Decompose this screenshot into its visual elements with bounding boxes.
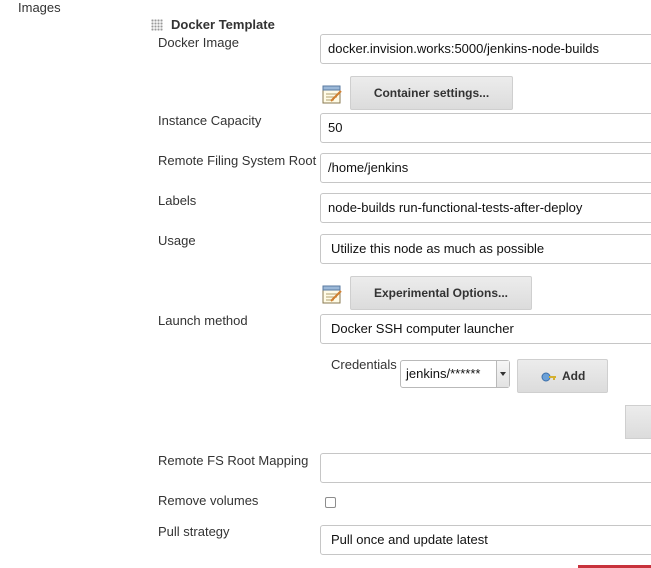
chevron-down-icon[interactable]	[496, 361, 509, 387]
pull-strategy-select[interactable]: Pull once and update latest	[320, 525, 651, 555]
instance-capacity-input[interactable]: 50	[320, 113, 651, 143]
labels-label: Labels	[158, 193, 197, 208]
credentials-select[interactable]: jenkins/******	[400, 360, 510, 388]
credentials-label: Credentials	[331, 357, 397, 372]
remote-fs-root-mapping-label: Remote FS Root Mapping	[158, 453, 309, 468]
partial-button[interactable]	[625, 405, 651, 439]
remote-fs-root-mapping-input[interactable]	[320, 453, 651, 483]
notepad-icon	[322, 85, 342, 104]
docker-image-label: Docker Image	[158, 35, 239, 50]
template-title: Docker Template	[171, 17, 275, 32]
launch-method-select[interactable]: Docker SSH computer launcher	[320, 314, 651, 344]
remove-volumes-label: Remove volumes	[158, 493, 259, 508]
pull-strategy-label: Pull strategy	[158, 524, 230, 539]
remote-fs-root-label: Remote Filing System Root	[158, 153, 317, 168]
docker-image-input[interactable]: docker.invision.works:5000/jenkins-node-…	[320, 34, 651, 64]
labels-input[interactable]: node-builds run-functional-tests-after-d…	[320, 193, 651, 223]
container-settings-button[interactable]: Container settings...	[350, 76, 513, 110]
remote-fs-root-input[interactable]: /home/jenkins	[320, 153, 651, 183]
credentials-select-value: jenkins/******	[406, 366, 481, 381]
notepad-icon	[322, 285, 342, 304]
usage-label: Usage	[158, 233, 196, 248]
add-credentials-button[interactable]: Add	[517, 359, 608, 393]
drag-handle-icon[interactable]	[151, 19, 163, 31]
experimental-options-button[interactable]: Experimental Options...	[350, 276, 532, 310]
remove-volumes-checkbox[interactable]	[325, 497, 336, 508]
usage-select[interactable]: Utilize this node as much as possible	[320, 234, 651, 264]
add-button-label: Add	[562, 369, 586, 383]
instance-capacity-label: Instance Capacity	[158, 113, 262, 128]
section-label-images: Images	[18, 0, 61, 15]
launch-method-label: Launch method	[158, 313, 248, 328]
key-icon	[541, 372, 556, 382]
